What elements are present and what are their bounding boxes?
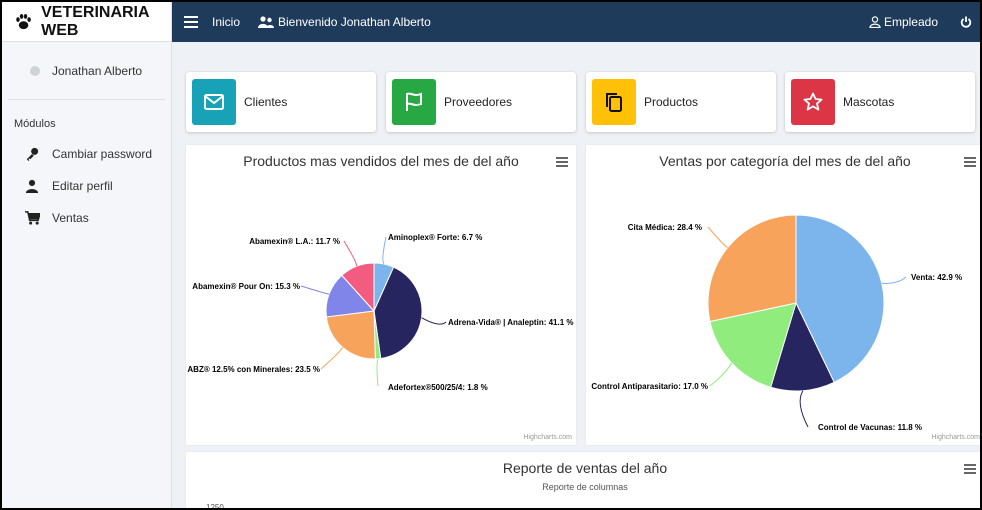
connector-line bbox=[707, 226, 728, 249]
card-label: Productos bbox=[644, 95, 699, 109]
sidebar: VETERINARIA WEB Jonathan Alberto Módulos… bbox=[2, 2, 172, 508]
data-label: Abamexin® Pour On: 15.3 % bbox=[192, 282, 300, 291]
chart-panel-productos: Productos mas vendidos del mes de del añ… bbox=[186, 145, 576, 445]
card-proveedores[interactable]: Proveedores bbox=[386, 72, 576, 132]
cart-icon bbox=[24, 210, 40, 226]
connector-line bbox=[709, 362, 732, 387]
data-label: Adrena-Vida® | Analeptin: 41.1 % bbox=[448, 318, 574, 327]
avatar bbox=[30, 65, 40, 76]
modules-heading: Módulos bbox=[14, 118, 56, 130]
welcome-message: Bienvenido Jonathan Alberto bbox=[258, 15, 431, 29]
brand-name: VETERINARIA WEB bbox=[41, 3, 149, 39]
sidebar-item-ventas[interactable]: Ventas bbox=[2, 202, 171, 234]
data-label: Cita Médica: 28.4 % bbox=[628, 223, 702, 232]
welcome-text: Bienvenido Jonathan Alberto bbox=[278, 15, 431, 29]
card-productos[interactable]: Productos bbox=[586, 72, 776, 132]
connector-line bbox=[421, 317, 447, 325]
pie-slice[interactable] bbox=[325, 310, 376, 360]
chart-title: Reporte de ventas del año bbox=[502, 460, 668, 476]
y-tick-label: 1250 bbox=[206, 503, 224, 510]
menu-toggle-icon[interactable] bbox=[184, 16, 198, 28]
card-label: Clientes bbox=[244, 95, 288, 109]
data-label: ABZ® 12.5% con Minerales: 23.5 % bbox=[187, 365, 320, 374]
card-clientes[interactable]: Clientes bbox=[186, 72, 376, 132]
pie-slice[interactable] bbox=[707, 214, 797, 323]
chart-credit[interactable]: Highcharts.com bbox=[523, 434, 572, 441]
sidebar-item-label: Editar perfil bbox=[52, 179, 113, 193]
nav-home-link[interactable]: Inicio bbox=[212, 15, 240, 29]
connector-line bbox=[881, 276, 907, 284]
flag-icon bbox=[392, 79, 436, 125]
chart-panel-reporte-ventas: Reporte de ventas del año Reporte de col… bbox=[186, 452, 980, 510]
connector-line bbox=[343, 240, 358, 267]
card-label: Proveedores bbox=[444, 95, 513, 109]
paw-icon bbox=[16, 13, 31, 29]
copy-icon bbox=[592, 79, 636, 125]
card-label: Mascotas bbox=[843, 95, 895, 109]
sidebar-item-label: Ventas bbox=[52, 211, 89, 225]
app-window: VETERINARIA WEB Jonathan Alberto Módulos… bbox=[0, 0, 982, 510]
connector-line bbox=[382, 236, 387, 265]
top-navbar: Inicio Bienvenido Jonathan Alberto Emple… bbox=[172, 2, 980, 42]
chart-panel-ventas-categoria: Ventas por categoría del mes de del año … bbox=[586, 145, 980, 445]
users-icon bbox=[258, 16, 275, 28]
data-label: Abamexin® L.A.: 11.7 % bbox=[249, 237, 340, 246]
connector-line bbox=[799, 390, 809, 428]
user-outline-icon bbox=[869, 16, 881, 28]
data-label: Control de Vacunas: 11.8 % bbox=[818, 423, 922, 432]
data-label: Venta: 42.9 % bbox=[911, 273, 962, 282]
pie-chart: Venta: 42.9 % Control de Vacunas: 11.8 % C… bbox=[591, 214, 962, 432]
data-label: Aminoplex® Forte: 6.7 % bbox=[388, 233, 482, 242]
pie-chart: Aminoplex® Forte: 6.7 % Adrena-Vida® | An… bbox=[187, 233, 574, 392]
data-label: Adefortex®500/25/4: 1.8 % bbox=[388, 383, 488, 392]
brand[interactable]: VETERINARIA WEB bbox=[2, 2, 171, 42]
power-icon[interactable] bbox=[960, 16, 972, 28]
user-name: Jonathan Alberto bbox=[52, 63, 143, 78]
connector-line bbox=[300, 285, 330, 295]
chart-subtitle: Reporte de columnas bbox=[542, 482, 628, 492]
envelope-icon bbox=[192, 79, 236, 125]
sidebar-item-cambiar-password[interactable]: Cambiar password bbox=[2, 138, 171, 170]
gridline bbox=[232, 508, 974, 509]
chart-menu-icon[interactable] bbox=[964, 464, 976, 474]
star-icon bbox=[791, 79, 835, 125]
data-label: Control Antiparasitario: 17.0 % bbox=[591, 382, 708, 391]
sidebar-item-editar-perfil[interactable]: Editar perfil bbox=[2, 170, 171, 202]
connector-line bbox=[320, 347, 344, 370]
connector-line bbox=[376, 358, 379, 387]
employee-label: Empleado bbox=[883, 15, 938, 29]
card-mascotas[interactable]: Mascotas bbox=[785, 72, 975, 132]
user-panel[interactable]: Jonathan Alberto bbox=[8, 42, 165, 100]
employee-menu[interactable]: Empleado bbox=[869, 15, 938, 29]
chart-credit[interactable]: Highcharts.com bbox=[931, 434, 980, 441]
key-icon bbox=[24, 146, 40, 162]
user-icon bbox=[24, 178, 40, 194]
sidebar-item-label: Cambiar password bbox=[52, 147, 153, 161]
